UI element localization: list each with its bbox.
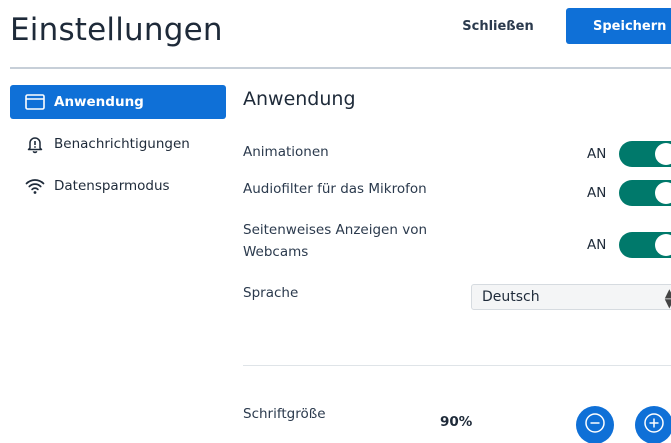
page-title: Einstellungen xyxy=(10,12,223,48)
select-arrows-icon: ▲ ▼ xyxy=(664,286,671,310)
sidebar-item-anwendung[interactable]: Anwendung xyxy=(10,85,226,119)
increase-font-size-button[interactable] xyxy=(635,406,671,443)
close-button[interactable]: Schließen xyxy=(450,9,546,43)
toggle-state-text: AN xyxy=(587,237,607,253)
settings-modal: Einstellungen Schließen Speichern Anwend… xyxy=(0,0,671,443)
sidebar-item-benachrichtigungen[interactable]: Benachrichtigungen xyxy=(10,127,226,161)
animations-toggle[interactable] xyxy=(619,141,671,167)
save-button[interactable]: Speichern xyxy=(566,8,671,44)
wifi-icon xyxy=(24,176,46,196)
bell-alert-icon xyxy=(24,134,46,154)
font-size-value: 90% xyxy=(440,414,473,430)
plus-circle-icon xyxy=(643,412,665,438)
audio-filter-toggle[interactable] xyxy=(619,180,671,206)
toggle-state-text: AN xyxy=(587,185,607,201)
sidebar-item-label: Datensparmodus xyxy=(54,178,170,194)
section-title: Anwendung xyxy=(243,88,356,110)
setting-label-animations: Animationen xyxy=(243,144,329,160)
paginate-webcams-toggle[interactable] xyxy=(619,232,671,258)
setting-label-audio-filter: Audiofilter für das Mikrofon xyxy=(243,181,427,197)
sidebar-item-datensparmodus[interactable]: Datensparmodus xyxy=(10,169,226,203)
language-select-value: Deutsch xyxy=(482,289,540,305)
sidebar-item-label: Anwendung xyxy=(54,94,144,110)
setting-label-paginate-webcams: Seitenweises Anzeigen von Webcams xyxy=(243,222,428,260)
section-divider xyxy=(243,365,671,366)
setting-label-language: Sprache xyxy=(243,285,299,301)
window-icon xyxy=(24,92,46,112)
toggle-knob xyxy=(655,182,671,204)
header: Einstellungen Schließen Speichern xyxy=(0,0,671,64)
toggle-knob xyxy=(655,234,671,256)
toggle-knob xyxy=(655,143,671,165)
header-divider xyxy=(10,67,671,69)
toggle-state-text: AN xyxy=(587,146,607,162)
sidebar-item-label: Benachrichtigungen xyxy=(54,136,190,152)
sidebar: Anwendung Benachrichtigungen Datensparmo… xyxy=(10,85,226,211)
font-size-label: Schriftgröße xyxy=(243,406,326,422)
minus-circle-icon xyxy=(584,412,606,438)
language-select[interactable]: Deutsch ▲ ▼ xyxy=(471,284,671,310)
decrease-font-size-button[interactable] xyxy=(576,406,614,443)
